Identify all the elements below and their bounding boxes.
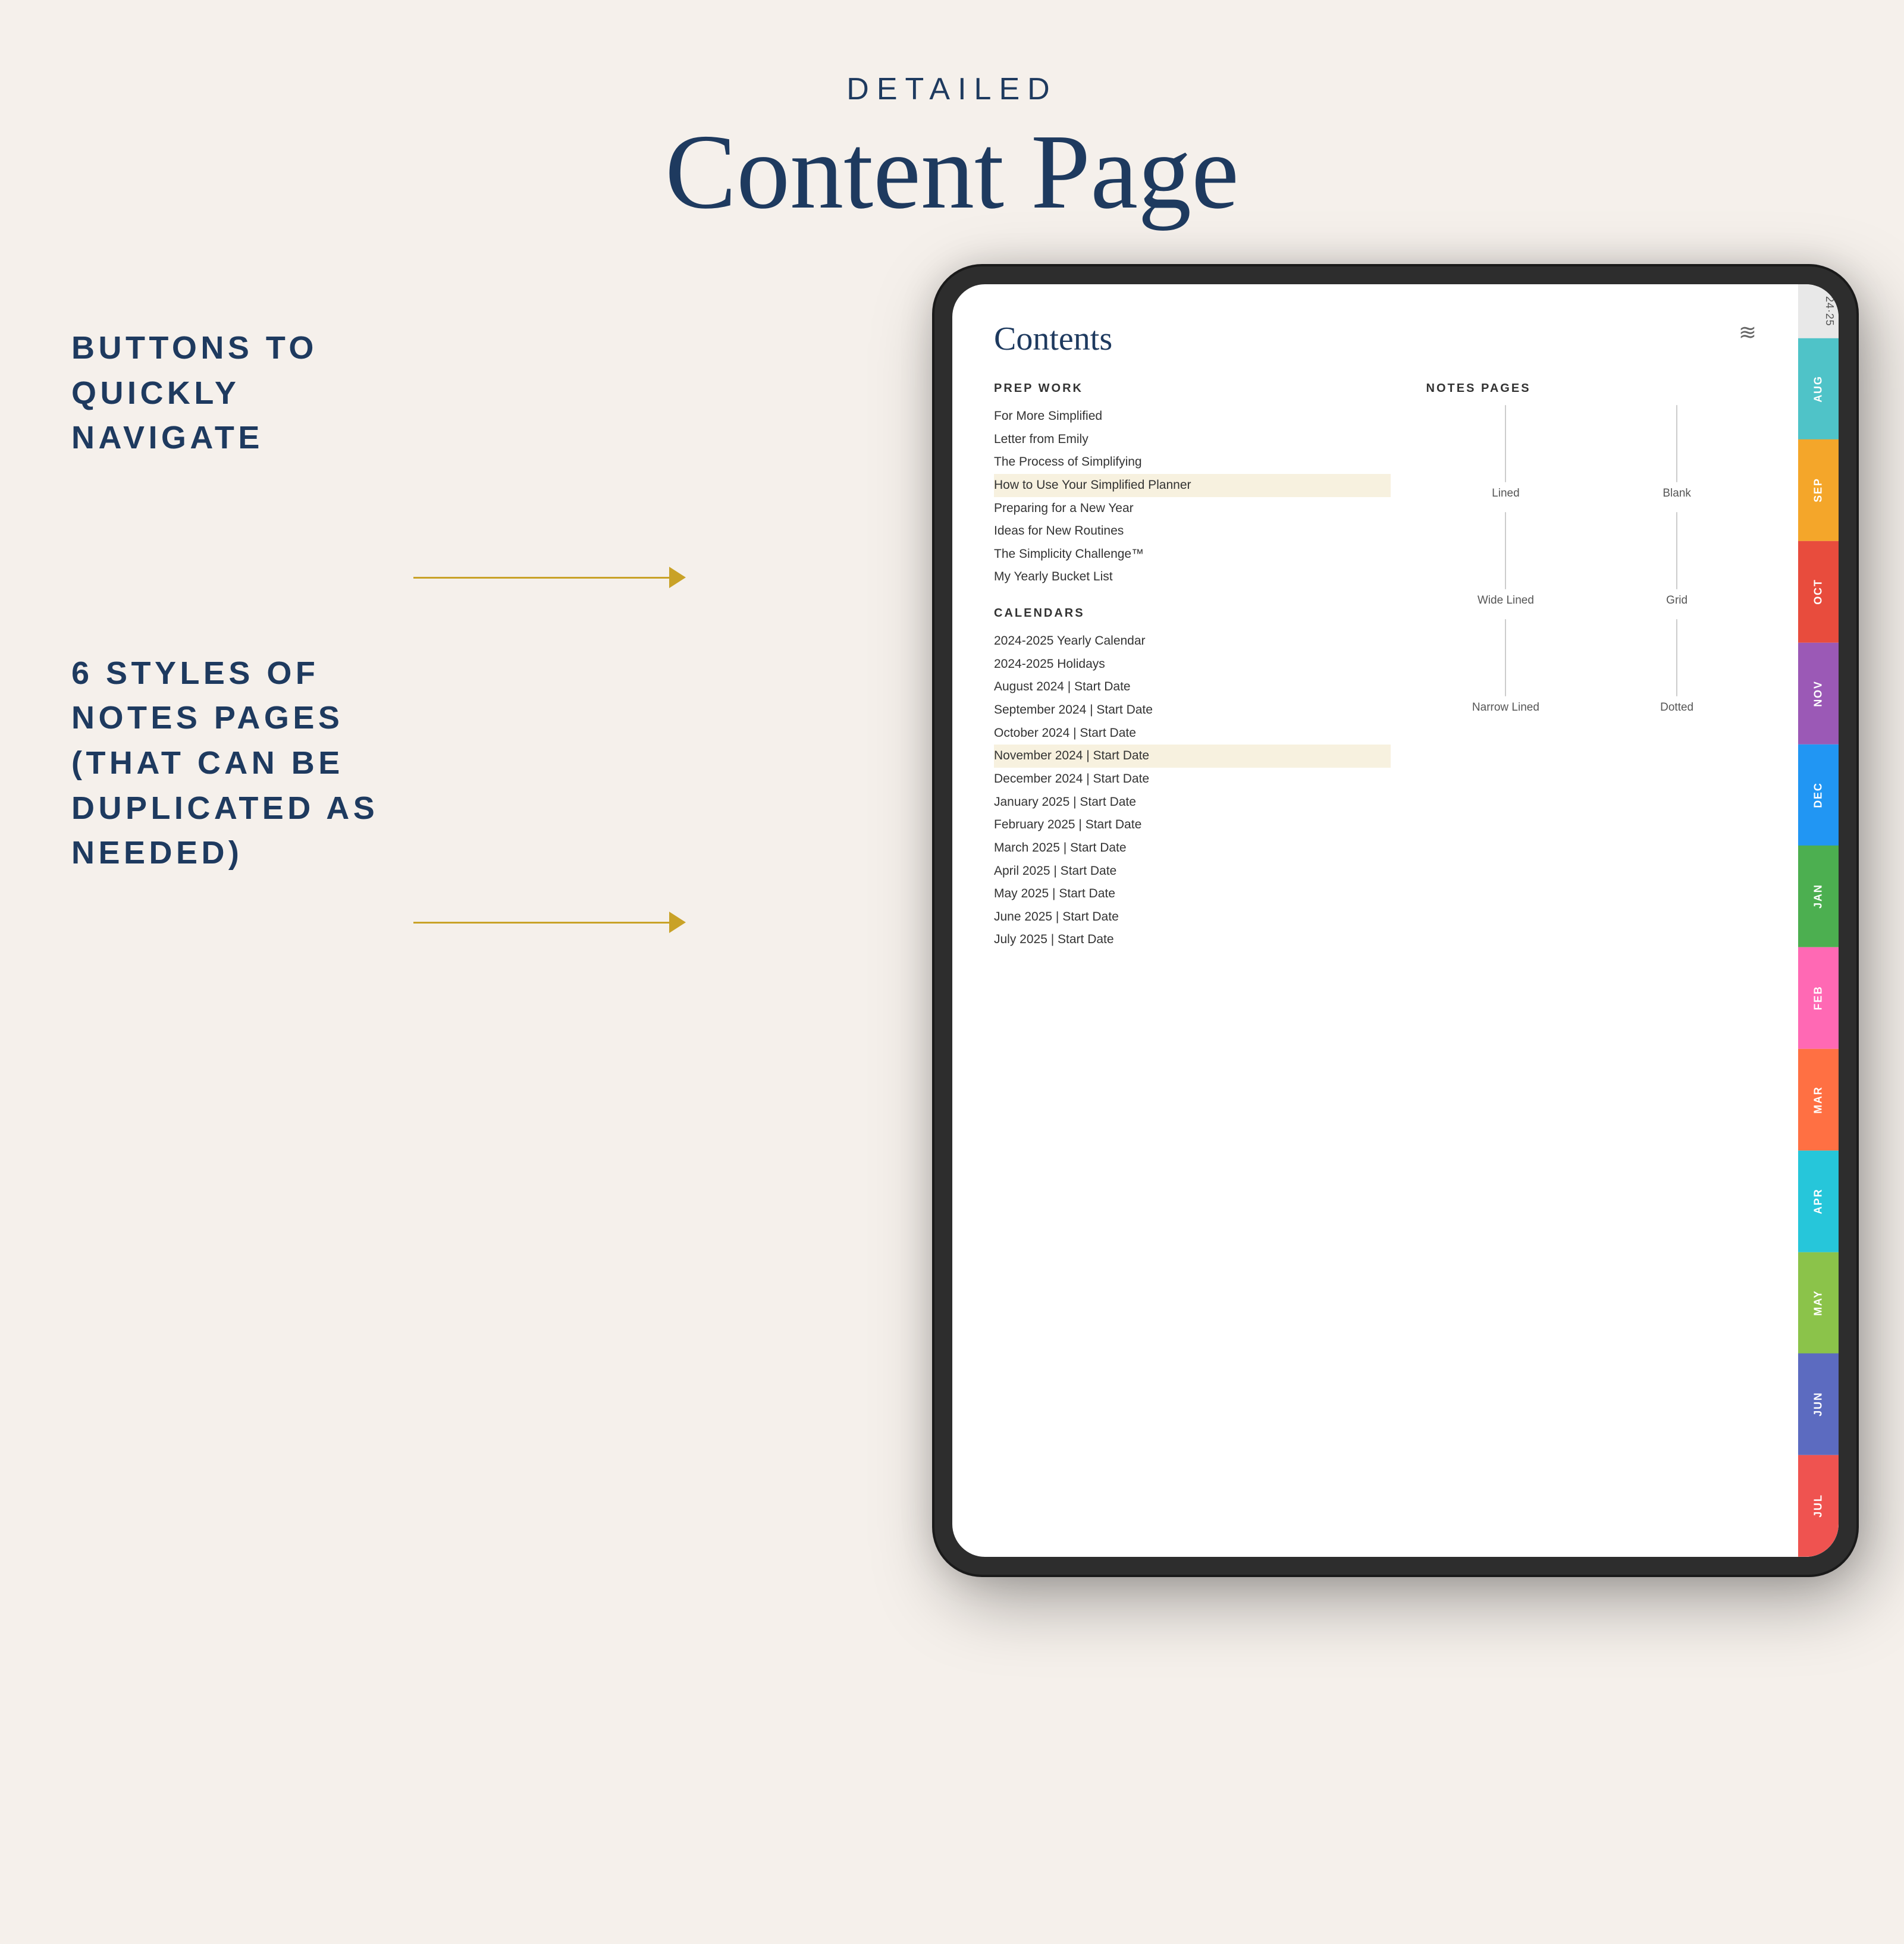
notes-pages-heading: NOTES PAGES: [1426, 382, 1756, 395]
annotation-navigate: BUTTONS TOQUICKLYNAVIGATE: [71, 326, 428, 461]
left-column: PREP WORK For More Simplified Letter fro…: [994, 382, 1391, 951]
arrow-head-1: [669, 567, 686, 588]
toc-may-2025[interactable]: May 2025 | Start Date: [994, 883, 1391, 906]
toc-ideas-new-routines[interactable]: Ideas for New Routines: [994, 520, 1391, 543]
notes-grid: Lined Blank Wide Lined: [1426, 405, 1756, 714]
arrow-head-2: [669, 912, 686, 933]
tab-bar: 24·25 AUG SEP OCT NOV DEC JAN FEB MAR AP…: [1798, 284, 1839, 1557]
note-thumb-dotted[interactable]: [1676, 619, 1677, 696]
note-thumb-narrow-lined[interactable]: [1505, 619, 1506, 696]
tab-year[interactable]: 24·25: [1798, 284, 1839, 338]
tab-nov[interactable]: NOV: [1798, 643, 1839, 745]
header-title: Content Page: [0, 113, 1904, 231]
note-blank-label: Blank: [1663, 487, 1691, 500]
tab-aug[interactable]: AUG: [1798, 338, 1839, 440]
annotation-navigate-text: BUTTONS TOQUICKLYNAVIGATE: [71, 326, 428, 461]
tab-feb[interactable]: FEB: [1798, 947, 1839, 1049]
toc-yearly-bucket-list[interactable]: My Yearly Bucket List: [994, 566, 1391, 589]
toc-march-2025[interactable]: March 2025 | Start Date: [994, 837, 1391, 860]
page-header: DETAILED Content Page: [0, 0, 1904, 231]
note-lined-label: Lined: [1492, 487, 1520, 500]
toc-for-more-simplified[interactable]: For More Simplified: [994, 405, 1391, 428]
arrow-line-2: [413, 922, 669, 924]
tab-apr[interactable]: APR: [1798, 1151, 1839, 1252]
toc-yearly-calendar[interactable]: 2024-2025 Yearly Calendar: [994, 630, 1391, 653]
annotation-notes: 6 STYLES OFNOTES PAGES(THAT CAN BEDUPLIC…: [71, 651, 428, 876]
toc-february-2025[interactable]: February 2025 | Start Date: [994, 814, 1391, 837]
toc-letter-from-emily[interactable]: Letter from Emily: [994, 428, 1391, 451]
main-content: BUTTONS TOQUICKLYNAVIGATE 6 STYLES OFNOT…: [0, 266, 1904, 1944]
contents-title[interactable]: Contents: [994, 320, 1112, 358]
note-wide-lined-item: Wide Lined: [1426, 512, 1586, 607]
toc-november-2024[interactable]: November 2024 | Start Date: [994, 745, 1391, 768]
tab-jul[interactable]: JUL: [1798, 1455, 1839, 1557]
note-grid-label: Grid: [1666, 594, 1687, 607]
note-thumb-wide-lined[interactable]: [1505, 512, 1506, 589]
note-thumb-lined[interactable]: [1505, 405, 1506, 482]
header-subtitle: DETAILED: [0, 71, 1904, 107]
note-lined-item: Lined: [1426, 405, 1586, 500]
toc-how-to-use[interactable]: How to Use Your Simplified Planner: [994, 474, 1391, 497]
tab-jun[interactable]: JUN: [1798, 1353, 1839, 1455]
arrow-line-1: [413, 577, 669, 579]
toc-august-2024[interactable]: August 2024 | Start Date: [994, 676, 1391, 699]
tablet-screen: Contents ≋ PREP WORK For More Simplified…: [952, 284, 1839, 1557]
note-grid-item: Grid: [1597, 512, 1756, 607]
toc-june-2025[interactable]: June 2025 | Start Date: [994, 906, 1391, 929]
note-thumb-blank[interactable]: [1676, 405, 1677, 482]
note-blank-item: Blank: [1597, 405, 1756, 500]
toc-simplicity-challenge[interactable]: The Simplicity Challenge™: [994, 543, 1391, 566]
note-dotted-label: Dotted: [1660, 701, 1693, 714]
annotation-notes-text: 6 STYLES OFNOTES PAGES(THAT CAN BEDUPLIC…: [71, 651, 428, 876]
note-wide-lined-label: Wide Lined: [1478, 594, 1534, 607]
right-column: NOTES PAGES Lined Blank: [1426, 382, 1756, 951]
tablet-device: Contents ≋ PREP WORK For More Simplified…: [934, 266, 1856, 1575]
toc-september-2024[interactable]: September 2024 | Start Date: [994, 699, 1391, 722]
note-narrow-lined-label: Narrow Lined: [1472, 701, 1539, 714]
two-column-layout: PREP WORK For More Simplified Letter fro…: [994, 382, 1756, 951]
tab-mar[interactable]: MAR: [1798, 1049, 1839, 1151]
tab-jan[interactable]: JAN: [1798, 846, 1839, 947]
contents-header: Contents ≋: [994, 320, 1756, 358]
toc-process-of-simplifying[interactable]: The Process of Simplifying: [994, 451, 1391, 474]
left-annotations: BUTTONS TOQUICKLYNAVIGATE 6 STYLES OFNOT…: [71, 326, 428, 1066]
tab-dec[interactable]: DEC: [1798, 745, 1839, 846]
page-content-area: Contents ≋ PREP WORK For More Simplified…: [952, 284, 1798, 1557]
tab-may[interactable]: MAY: [1798, 1252, 1839, 1354]
tablet-outer: Contents ≋ PREP WORK For More Simplified…: [934, 266, 1856, 1575]
prep-work-heading: PREP WORK: [994, 382, 1391, 395]
toc-preparing-new-year[interactable]: Preparing for a New Year: [994, 497, 1391, 520]
arrow-navigate: [413, 567, 686, 588]
calendars-heading: CALENDARS: [994, 607, 1391, 620]
toc-january-2025[interactable]: January 2025 | Start Date: [994, 791, 1391, 814]
arrow-notes: [413, 912, 686, 933]
toc-december-2024[interactable]: December 2024 | Start Date: [994, 768, 1391, 791]
tab-sep[interactable]: SEP: [1798, 439, 1839, 541]
toc-october-2024[interactable]: October 2024 | Start Date: [994, 722, 1391, 745]
menu-icon[interactable]: ≋: [1739, 320, 1756, 345]
toc-july-2025[interactable]: July 2025 | Start Date: [994, 928, 1391, 951]
toc-april-2025[interactable]: April 2025 | Start Date: [994, 860, 1391, 883]
note-dotted-item: Dotted: [1597, 619, 1756, 714]
note-thumb-grid[interactable]: [1676, 512, 1677, 589]
tab-oct[interactable]: OCT: [1798, 541, 1839, 643]
note-narrow-lined-item: Narrow Lined: [1426, 619, 1586, 714]
toc-holidays[interactable]: 2024-2025 Holidays: [994, 653, 1391, 676]
